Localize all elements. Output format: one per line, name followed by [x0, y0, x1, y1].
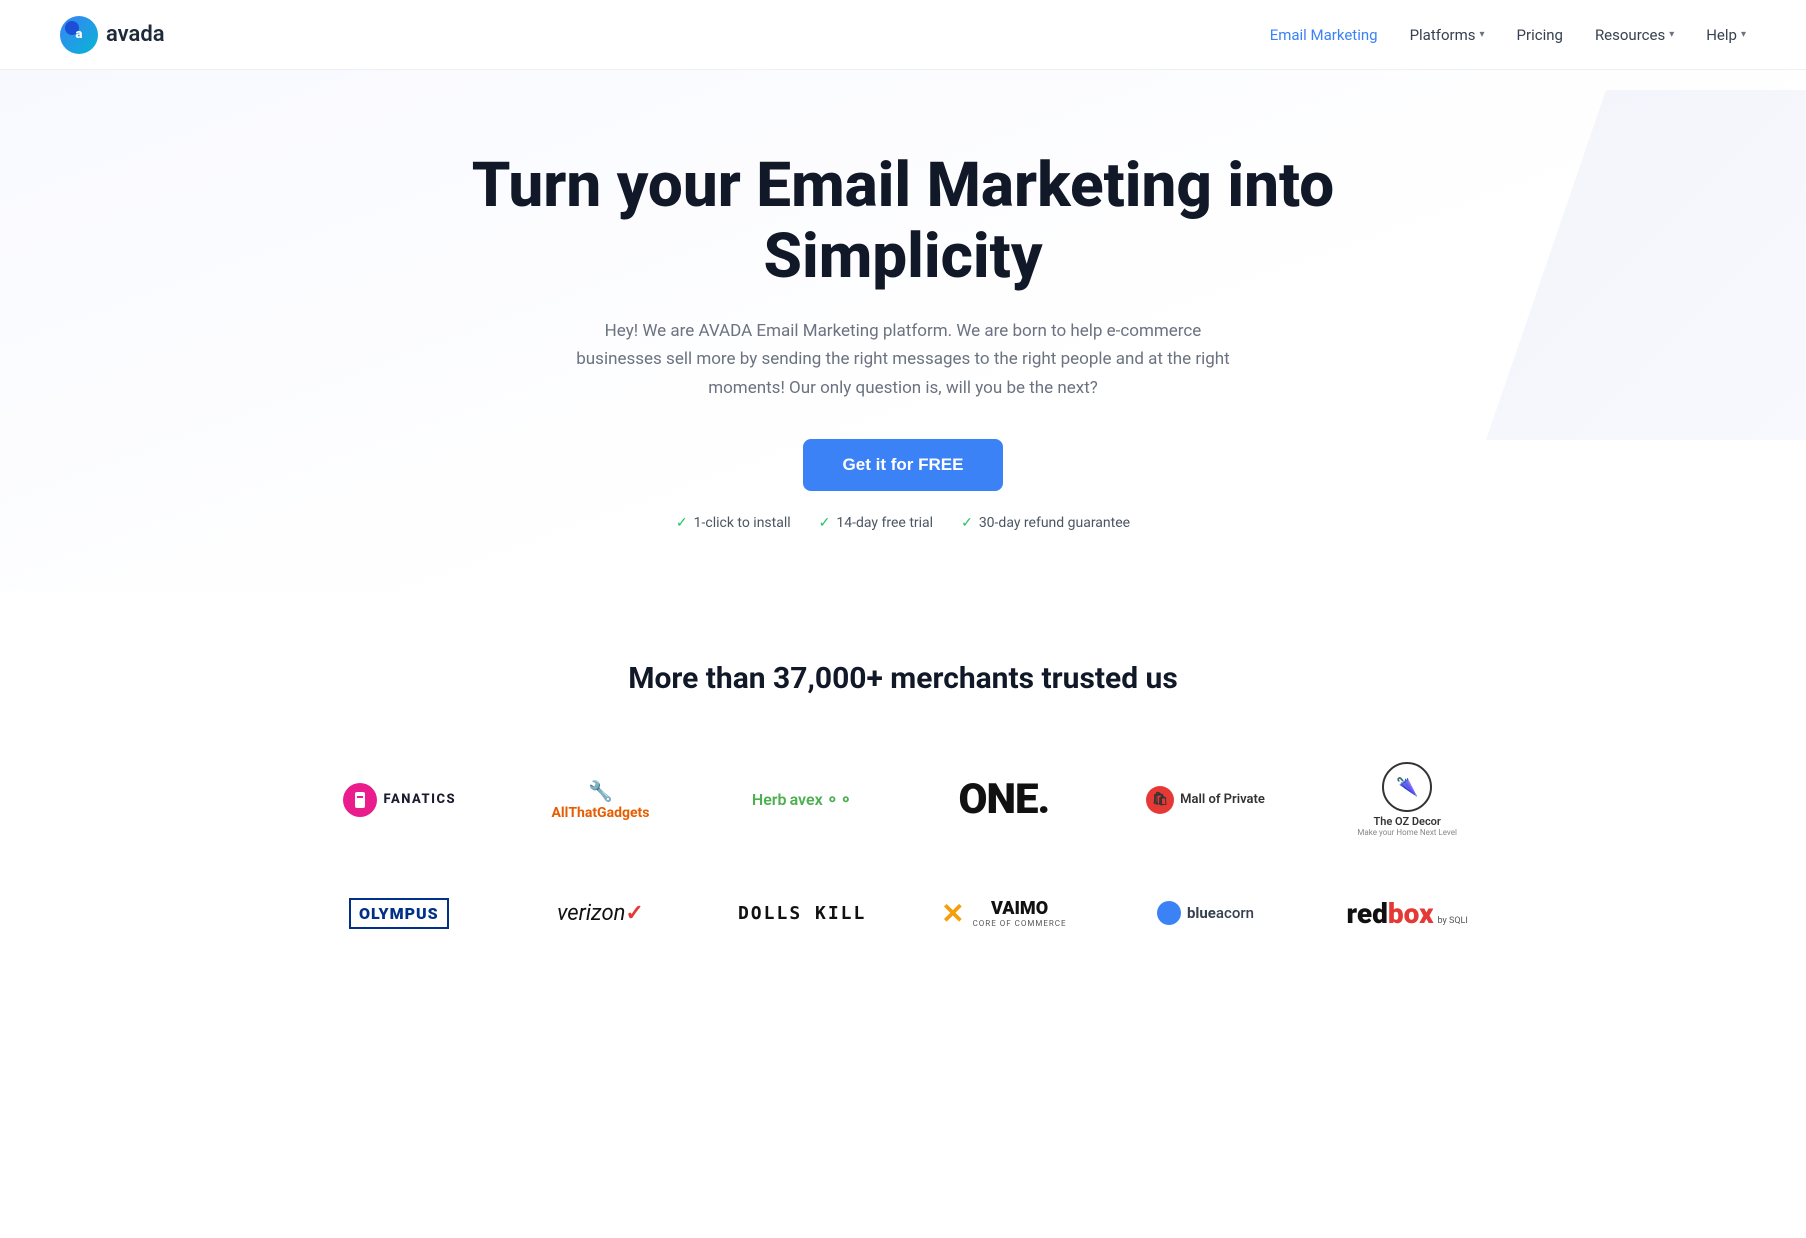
fanatics-text: FANATICS	[384, 792, 457, 807]
vaimo-x-icon: ✕	[941, 897, 964, 930]
herbavex-dots: ⚬⚬	[826, 790, 853, 809]
logo-letter: a	[76, 27, 83, 42]
logo-allthat: 🔧 AllThatGadgets	[505, 760, 697, 840]
nav-link-resources[interactable]: Resources ▾	[1595, 26, 1674, 44]
mall-text: Mall of Private	[1180, 792, 1265, 807]
verizon-check-icon: ✓	[625, 901, 643, 926]
oz-brand: The OZ Decor Make your Home Next Level	[1357, 762, 1456, 837]
nav-link-help[interactable]: Help ▾	[1706, 26, 1746, 44]
nav-link-email[interactable]: Email Marketing	[1270, 26, 1378, 44]
nav-item-email[interactable]: Email Marketing	[1270, 26, 1378, 44]
cta-button[interactable]: Get it for FREE	[803, 439, 1004, 491]
hero-subheading: Hey! We are AVADA Email Marketing platfo…	[563, 317, 1243, 404]
nav-link-platforms[interactable]: Platforms ▾	[1410, 26, 1485, 44]
logo-herbavex: Herb avex ⚬⚬	[706, 760, 898, 840]
redbox-suffix: by SQLI	[1438, 916, 1468, 926]
merchants-heading: More than 37,000+ merchants trusted us	[60, 661, 1746, 696]
chevron-down-icon-resources: ▾	[1669, 29, 1674, 40]
badge-refund: ✓ 30-day refund guarantee	[961, 515, 1130, 531]
logo-oz: The OZ Decor Make your Home Next Level	[1311, 746, 1503, 853]
logo-verizon: verizon ✓	[505, 873, 697, 953]
vaimo-main-text: VAIMO	[973, 898, 1067, 919]
verizon-text: verizon	[557, 901, 625, 926]
check-icon-install: ✓	[676, 515, 688, 531]
blueacorn-text: blueacorn	[1187, 904, 1254, 922]
one-text: ONE.	[958, 775, 1049, 824]
logo-mall: 🛍 Mall of Private	[1110, 760, 1302, 840]
dolls-brand: DOLLS KILL	[738, 903, 866, 924]
vaimo-text-block: VAIMO CORE OF COMMERCE	[973, 898, 1067, 928]
logo-text: avada	[106, 22, 165, 47]
check-icon-trial: ✓	[819, 515, 831, 531]
gadget-icon: 🔧	[588, 779, 613, 803]
vaimo-brand: ✕ VAIMO CORE OF COMMERCE	[941, 897, 1066, 930]
badge-trial: ✓ 14-day free trial	[819, 515, 933, 531]
oz-text: The OZ Decor	[1373, 815, 1440, 828]
herbavex-text2: avex	[790, 790, 823, 809]
herbavex-brand: Herb avex ⚬⚬	[752, 790, 853, 809]
fanatics-icon	[342, 782, 378, 818]
nav-item-platforms[interactable]: Platforms ▾	[1410, 26, 1485, 44]
hero-heading: Turn your Email Marketing into Simplicit…	[453, 150, 1353, 293]
logo-dolls: DOLLS KILL	[706, 873, 898, 953]
olympus-brand: OLYMPUS	[349, 898, 449, 929]
redbox-text: red	[1347, 897, 1388, 930]
chevron-down-icon: ▾	[1480, 29, 1485, 40]
logo-redbox: red box by SQLI	[1311, 873, 1503, 953]
logo[interactable]: a avada	[60, 16, 165, 54]
oz-circle-icon	[1382, 762, 1432, 812]
merchants-section: More than 37,000+ merchants trusted us F…	[0, 591, 1806, 1033]
nav-link-pricing[interactable]: Pricing	[1517, 26, 1563, 44]
allthat-text: AllThatGadgets	[552, 805, 650, 821]
navbar: a avada Email Marketing Platforms ▾ Pric…	[0, 0, 1806, 70]
badge-install: ✓ 1-click to install	[676, 515, 791, 531]
one-brand: ONE.	[958, 775, 1049, 824]
vaimo-sub-text: CORE OF COMMERCE	[973, 919, 1067, 928]
logo-icon: a	[60, 16, 98, 54]
nav-item-help[interactable]: Help ▾	[1706, 26, 1746, 44]
logo-blueacorn: blueacorn	[1110, 873, 1302, 953]
dolls-text: DOLLS KILL	[738, 903, 866, 924]
mall-brand: 🛍 Mall of Private	[1146, 786, 1265, 814]
nav-links: Email Marketing Platforms ▾ Pricing Reso…	[1270, 26, 1746, 44]
logo-fanatics: FANATICS	[303, 760, 495, 840]
blueacorn-brand: blueacorn	[1157, 901, 1254, 925]
redbox-box-text: box	[1388, 897, 1434, 930]
chevron-down-icon-help: ▾	[1741, 29, 1746, 40]
logo-olympus: OLYMPUS	[303, 873, 495, 953]
hero-badges: ✓ 1-click to install ✓ 14-day free trial…	[60, 515, 1746, 531]
nav-item-resources[interactable]: Resources ▾	[1595, 26, 1674, 44]
allthat-brand: 🔧 AllThatGadgets	[552, 779, 650, 821]
fanatics-brand: FANATICS	[342, 782, 457, 818]
oz-subtext: Make your Home Next Level	[1357, 828, 1456, 837]
merchant-logo-grid: FANATICS 🔧 AllThatGadgets Herb avex ⚬⚬ O…	[303, 746, 1503, 953]
mall-icon: 🛍	[1146, 786, 1174, 814]
acorn-icon	[1157, 901, 1181, 925]
logo-vaimo: ✕ VAIMO CORE OF COMMERCE	[908, 873, 1100, 953]
redbox-brand: red box by SQLI	[1347, 897, 1468, 930]
logo-one: ONE.	[908, 759, 1100, 840]
olympus-text: OLYMPUS	[359, 904, 439, 923]
check-icon-refund: ✓	[961, 515, 973, 531]
hero-section: Turn your Email Marketing into Simplicit…	[0, 70, 1806, 591]
verizon-brand: verizon ✓	[557, 901, 644, 926]
nav-item-pricing[interactable]: Pricing	[1517, 26, 1563, 44]
herbavex-text: Herb	[752, 790, 787, 809]
